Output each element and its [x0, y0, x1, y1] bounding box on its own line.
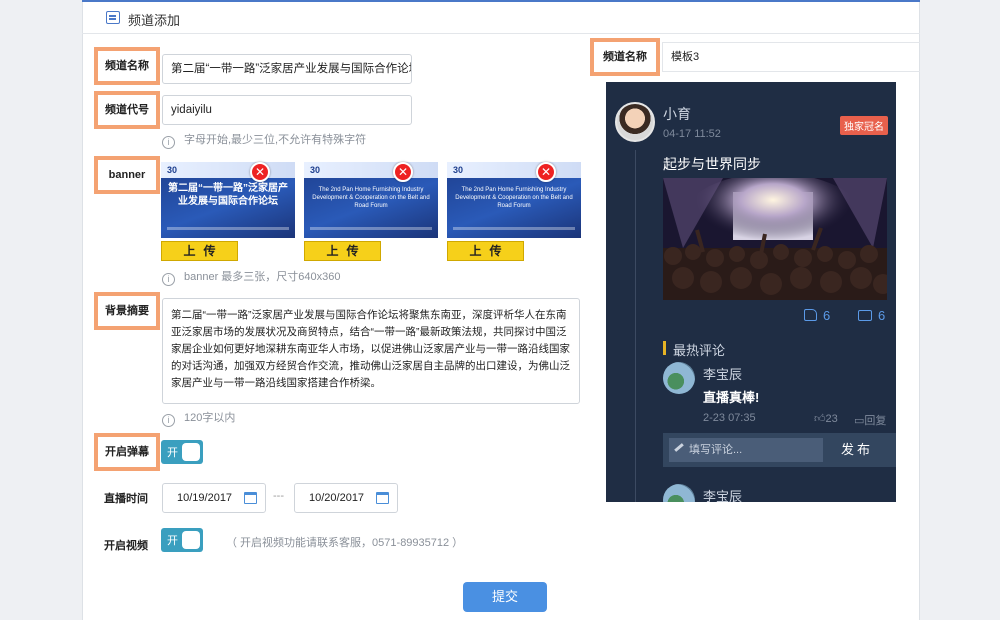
comment-like[interactable]: 👍︎23: [814, 412, 838, 425]
comment-author: 李宝辰: [703, 489, 743, 502]
channel-name-label: 频道名称: [94, 47, 160, 85]
post-title: 起步与世界同步: [663, 156, 761, 172]
remove-banner-1-button[interactable]: ✕: [250, 162, 270, 182]
banner-footer: [310, 227, 432, 230]
banner-header-strip: [447, 162, 581, 178]
page-title: 频道添加: [128, 13, 181, 28]
banner-title: The 2nd Pan Home Furnishing Industry Dev…: [312, 187, 430, 209]
timeline-line: [635, 150, 636, 502]
post-likes-value: 6: [823, 308, 831, 323]
template-select[interactable]: 模板3: [662, 42, 920, 72]
concert-photo-graphic: [663, 178, 887, 300]
post-comments-value: 6: [878, 308, 886, 323]
avatar: [663, 362, 695, 394]
channel-icon: [106, 11, 120, 24]
start-date-input[interactable]: 10/19/2017: [162, 483, 266, 513]
calendar-icon[interactable]: [376, 492, 389, 504]
sponsor-badge: 独家冠名: [840, 116, 888, 135]
upload-banner-2-button[interactable]: 上传: [304, 241, 381, 261]
post-author: 小育: [663, 106, 691, 122]
banner-header-strip: [304, 162, 438, 178]
end-date-input[interactable]: 10/20/2017: [294, 483, 398, 513]
pen-icon: [674, 443, 684, 452]
comment-likes-value: 23: [825, 413, 838, 425]
post-comment-count[interactable]: 6: [858, 308, 885, 323]
post-like-count[interactable]: 6: [804, 308, 830, 323]
concert-photo: [663, 178, 887, 300]
channel-code-hint: i 字母开始,最少三位,不允许有特殊字符: [162, 131, 366, 149]
toggle-knob: [182, 531, 200, 549]
banner-logo: 30: [310, 165, 321, 175]
banner-hint-text: banner 最多三张，尺寸640x360: [184, 271, 341, 283]
banner-image-2: 30 The 2nd Pan Home Furnishing Industry …: [304, 162, 438, 238]
comment-time: 2-23 07:35: [703, 412, 756, 424]
danmaku-toggle[interactable]: 开: [161, 440, 203, 464]
thumbs-up-icon: [804, 309, 817, 321]
comment-compose-bar: 填写评论... 发布: [663, 433, 896, 467]
banner-title: 第二届“一带一路”泛家居产业发展与国际合作论坛: [168, 183, 288, 207]
thumbs-up-icon: 👍︎: [814, 413, 826, 425]
reply-icon: ▭: [854, 415, 865, 427]
preview-channel-label: 频道名称: [590, 38, 660, 76]
mobile-preview: 小育 04-17 11:52 独家冠名 起步与世界同步 6 6 最热评论 李宝辰…: [606, 82, 896, 502]
upload-banner-3-button[interactable]: 上传: [447, 241, 524, 261]
hot-comments-marker: [663, 341, 666, 355]
post-time: 04-17 11:52: [663, 128, 721, 140]
remove-banner-3-button[interactable]: ✕: [536, 162, 556, 182]
info-icon: i: [162, 414, 175, 427]
summary-hint: i 120字以内: [162, 409, 235, 427]
banner-logo: 30: [167, 165, 178, 175]
end-date-value: 10/20/2017: [309, 492, 365, 504]
info-icon: i: [162, 136, 175, 149]
hot-comments-title: 最热评论: [673, 343, 726, 358]
danmaku-toggle-label: 开: [167, 447, 178, 459]
video-toggle[interactable]: 开: [161, 528, 203, 552]
banner-footer: [453, 227, 575, 230]
toggle-knob: [182, 443, 200, 461]
page-header: 频道添加: [82, 2, 920, 34]
banner-logo: 30: [453, 165, 464, 175]
start-date-value: 10/19/2017: [177, 492, 233, 504]
avatar: [615, 102, 655, 142]
comment-reply-label: 回复: [864, 415, 887, 427]
live-time-label: 直播时间: [104, 493, 148, 505]
comment-input-placeholder: 填写评论...: [689, 444, 743, 456]
video-label: 开启视频: [104, 540, 148, 552]
video-hint: （ 开启视频功能请联系客服，0571-89935712 ）: [226, 537, 464, 549]
danmaku-label: 开启弹幕: [94, 433, 160, 471]
banner-image-3: 30 The 2nd Pan Home Furnishing Industry …: [447, 162, 581, 238]
submit-button[interactable]: 提交: [463, 582, 547, 612]
summary-hint-text: 120字以内: [184, 412, 236, 424]
publish-button[interactable]: 发布: [828, 438, 886, 462]
summary-textarea[interactable]: 第二届“一带一路”泛家居产业发展与国际合作论坛将聚焦东南亚，深度评析华人在东南亚…: [162, 298, 580, 404]
date-separator: ---: [273, 490, 284, 502]
comment-reply[interactable]: ▭回复: [854, 412, 886, 428]
channel-code-hint-text: 字母开始,最少三位,不允许有特殊字符: [184, 134, 367, 146]
video-toggle-label: 开: [167, 535, 178, 547]
banner-image-1: 30 第二届“一带一路”泛家居产业发展与国际合作论坛: [161, 162, 295, 238]
summary-label: 背景摘要: [94, 292, 160, 330]
banner-header-strip: [161, 162, 295, 178]
comment-input[interactable]: 填写评论...: [669, 438, 823, 462]
avatar: [663, 484, 695, 502]
upload-banner-1-button[interactable]: 上传: [161, 241, 238, 261]
banner-footer: [167, 227, 289, 230]
banner-hint: i banner 最多三张，尺寸640x360: [162, 268, 341, 286]
channel-code-label: 频道代号: [94, 91, 160, 129]
banner-title: The 2nd Pan Home Furnishing Industry Dev…: [455, 187, 573, 209]
remove-banner-2-button[interactable]: ✕: [393, 162, 413, 182]
channel-name-input[interactable]: 第二届“一带一路”泛家居产业发展与国际合作论坛: [162, 54, 412, 84]
calendar-icon[interactable]: [244, 492, 257, 504]
info-icon: i: [162, 273, 175, 286]
banner-label: banner: [94, 156, 160, 194]
comment-text: 直播真棒!: [703, 390, 760, 405]
channel-code-input[interactable]: yidaiyilu: [162, 95, 412, 125]
comment-author: 李宝辰: [703, 367, 743, 382]
comment-icon: [858, 310, 872, 321]
